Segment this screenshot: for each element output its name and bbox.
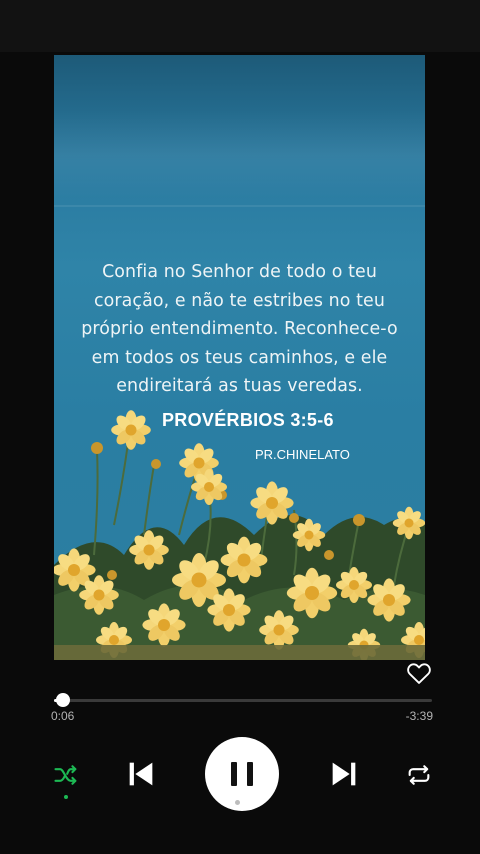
previous-button[interactable] (124, 757, 158, 791)
verse-line: endireitará as tuas veredas. (116, 376, 363, 396)
shuffle-icon (54, 765, 77, 785)
progress-bar[interactable] (54, 693, 432, 707)
time-elapsed: 0:06 (51, 709, 75, 723)
next-button[interactable] (327, 757, 361, 791)
verse-line: próprio entendimento. Reconhece-o (81, 319, 398, 339)
verse-line: Confia no Senhor de todo o teu (102, 262, 377, 282)
repeat-button[interactable] (405, 761, 433, 789)
pause-button[interactable] (205, 737, 279, 811)
album-artwork: Confia no Senhor de todo o teu coração, … (54, 55, 425, 660)
artwork-author: PR.CHINELATO (255, 447, 350, 462)
repeat-icon (408, 765, 430, 785)
shuffle-button[interactable] (52, 761, 80, 789)
verse-reference: PROVÉRBIOS 3:5-6 (162, 410, 334, 430)
top-bar (0, 0, 480, 52)
progress-knob[interactable] (56, 693, 71, 707)
play-indicator-dot (235, 800, 240, 805)
shuffle-active-dot (64, 795, 68, 799)
verse-line: coração, e não te estribes no teu (94, 290, 385, 311)
heart-outline-icon (407, 663, 431, 684)
verse-text: Confia no Senhor de todo o teu coração, … (68, 258, 411, 401)
time-remaining: -3:39 (405, 709, 433, 723)
skip-previous-icon (129, 762, 153, 786)
pause-icon (231, 762, 253, 786)
skip-next-icon (332, 762, 356, 786)
like-button[interactable] (405, 659, 433, 687)
verse-line: em todos os teus caminhos, e ele (91, 347, 388, 368)
